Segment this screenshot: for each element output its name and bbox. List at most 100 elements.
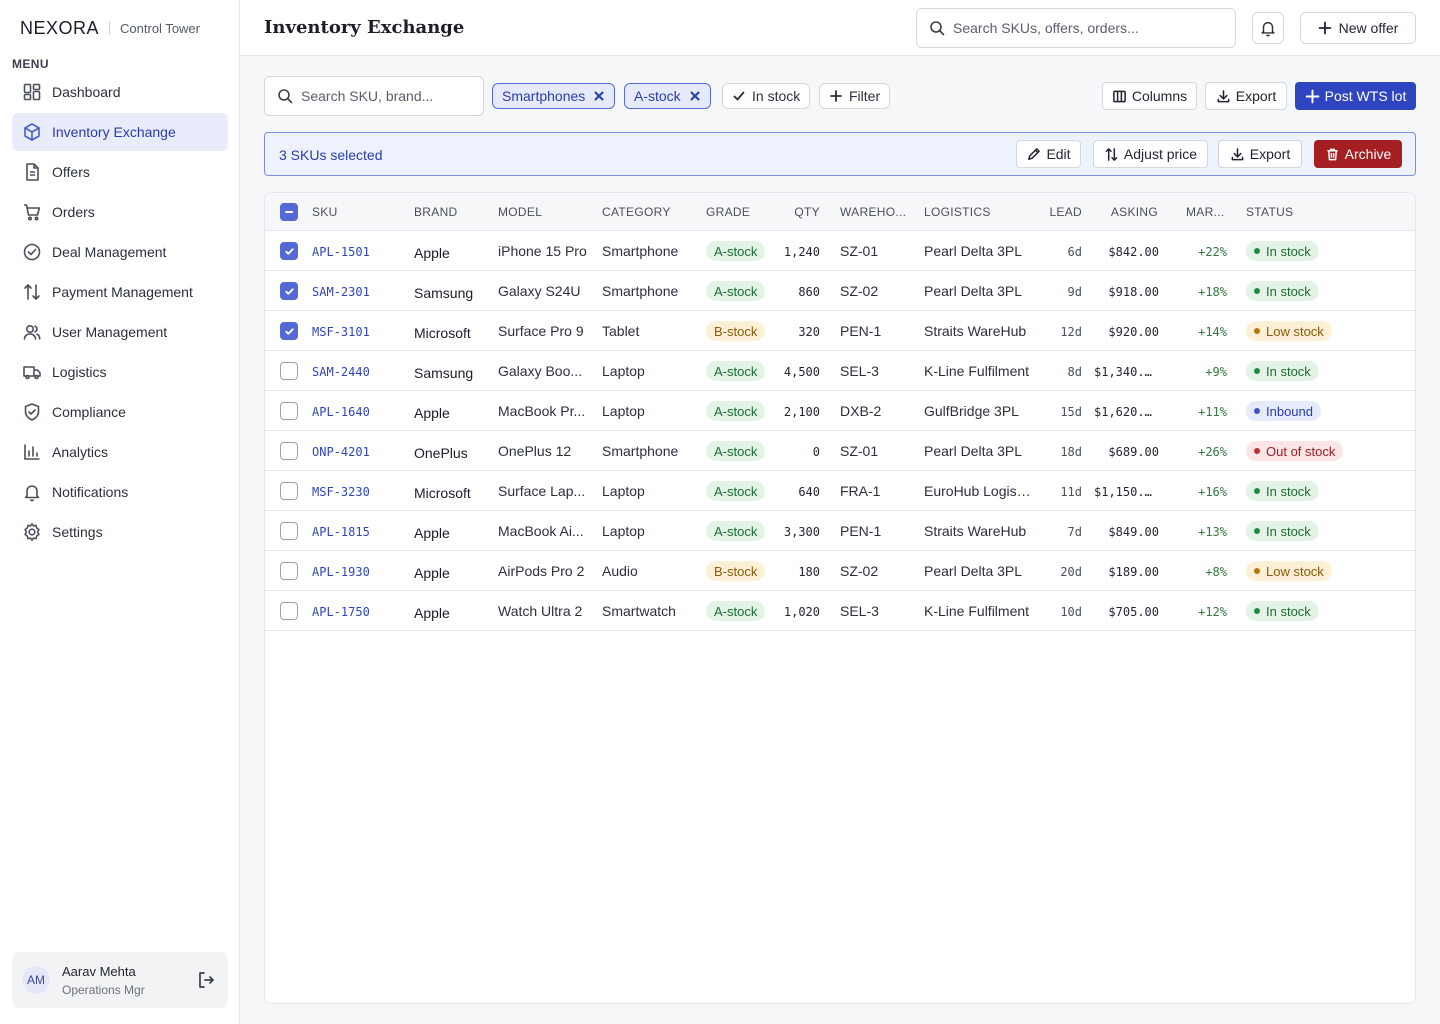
inventory-search-input[interactable] bbox=[301, 88, 483, 104]
sku-link[interactable]: APL-1930 bbox=[312, 565, 402, 579]
sidebar-item-deal-management[interactable]: Deal Management bbox=[12, 233, 228, 271]
columns-label: Columns bbox=[1131, 88, 1188, 104]
sidebar-item-dashboard[interactable]: Dashboard bbox=[12, 73, 228, 111]
sku-link[interactable]: ONP-4201 bbox=[312, 445, 402, 459]
sku-link[interactable]: MSF-3230 bbox=[312, 485, 402, 499]
select-all-checkbox[interactable] bbox=[280, 203, 298, 221]
sidebar-item-label: Analytics bbox=[52, 444, 109, 460]
column-header-grade[interactable]: GRADE bbox=[706, 205, 750, 219]
close-icon[interactable] bbox=[689, 90, 701, 102]
global-search-input[interactable] bbox=[953, 20, 1235, 36]
column-header-lead[interactable]: LEAD bbox=[1040, 205, 1082, 219]
sku-link[interactable]: APL-1815 bbox=[312, 525, 402, 539]
shield-icon bbox=[24, 403, 40, 421]
row-checkbox[interactable] bbox=[280, 362, 298, 380]
column-header-warehouse[interactable]: WAREHO... bbox=[840, 205, 906, 219]
sidebar-item-payment-management[interactable]: Payment Management bbox=[12, 273, 228, 311]
row-checkbox[interactable] bbox=[280, 602, 298, 620]
in-stock-toggle[interactable]: In stock bbox=[722, 83, 811, 109]
sidebar-item-offers[interactable]: Offers bbox=[12, 153, 228, 191]
brand-logo[interactable]: NEXORA bbox=[20, 18, 99, 39]
row-checkbox[interactable] bbox=[280, 322, 298, 340]
table-row[interactable]: MSF-3230 Microsoft Surface Lap... Laptop A-s… bbox=[265, 471, 1415, 511]
row-checkbox[interactable] bbox=[280, 522, 298, 540]
bar-chart-icon bbox=[24, 444, 40, 460]
bulk-export-button[interactable]: Export bbox=[1218, 140, 1302, 168]
column-header-margin[interactable]: MAR... bbox=[1186, 205, 1224, 219]
table-row[interactable]: APL-1640 Apple MacBook Pr... Laptop A-stock 2… bbox=[265, 391, 1415, 431]
warehouse-cell: FRA-1 bbox=[840, 483, 881, 499]
column-header-asking[interactable]: ASKING bbox=[1098, 205, 1158, 219]
gear-icon bbox=[24, 523, 40, 541]
category-cell: Laptop bbox=[602, 523, 645, 539]
sidebar-item-inventory-exchange[interactable]: Inventory Exchange bbox=[12, 113, 228, 151]
column-header-logistics[interactable]: LOGISTICS bbox=[924, 205, 991, 219]
edit-label: Edit bbox=[1046, 146, 1071, 162]
table-row[interactable]: ONP-4201 OnePlus OnePlus 12 Smartphone A-sto… bbox=[265, 431, 1415, 471]
sidebar-item-orders[interactable]: Orders bbox=[12, 193, 228, 231]
row-checkbox[interactable] bbox=[280, 282, 298, 300]
close-icon[interactable] bbox=[593, 90, 605, 102]
sidebar-item-settings[interactable]: Settings bbox=[12, 513, 228, 551]
sidebar-item-user-management[interactable]: User Management bbox=[12, 313, 228, 351]
new-offer-button[interactable]: New offer bbox=[1300, 12, 1416, 44]
table-row[interactable]: SAM-2301 Samsung Galaxy S24U Smartphone A-st… bbox=[265, 271, 1415, 311]
download-icon bbox=[1231, 147, 1244, 160]
table-row[interactable]: APL-1930 Apple AirPods Pro 2 Audio B-stock 18… bbox=[265, 551, 1415, 591]
check-icon bbox=[733, 91, 745, 101]
table-row[interactable]: SAM-2440 Samsung Galaxy Boo... Laptop A-stoc… bbox=[265, 351, 1415, 391]
table-row[interactable]: MSF-3101 Microsoft Surface Pro 9 Tablet B-st… bbox=[265, 311, 1415, 351]
filter-button[interactable]: Filter bbox=[819, 83, 891, 109]
inventory-search[interactable] bbox=[264, 76, 484, 116]
column-header-category[interactable]: CATEGORY bbox=[602, 205, 671, 219]
sidebar-item-analytics[interactable]: Analytics bbox=[12, 433, 228, 471]
row-checkbox[interactable] bbox=[280, 442, 298, 460]
model-cell: Galaxy S24U bbox=[498, 283, 581, 299]
column-header-qty[interactable]: QTY bbox=[775, 205, 820, 219]
adjust-price-button[interactable]: Adjust price bbox=[1093, 140, 1208, 168]
table-row[interactable]: APL-1501 Apple iPhone 15 Pro Smartphone A-st… bbox=[265, 231, 1415, 271]
sku-link[interactable]: SAM-2301 bbox=[312, 285, 402, 299]
margin-cell: +13% bbox=[1198, 525, 1227, 539]
table-row[interactable]: APL-1750 Apple Watch Ultra 2 Smartwatch A-st… bbox=[265, 591, 1415, 631]
logistics-cell: EuroHub Logist... bbox=[924, 483, 1032, 499]
archive-button[interactable]: Archive bbox=[1314, 140, 1402, 168]
sidebar-item-notifications[interactable]: Notifications bbox=[12, 473, 228, 511]
global-search[interactable] bbox=[916, 8, 1236, 48]
row-checkbox[interactable] bbox=[280, 562, 298, 580]
status-label: Low stock bbox=[1266, 563, 1324, 579]
sidebar-item-label: User Management bbox=[52, 324, 168, 340]
sidebar-item-label: Payment Management bbox=[52, 284, 193, 300]
row-checkbox[interactable] bbox=[280, 242, 298, 260]
table-row[interactable]: APL-1815 Apple MacBook Ai... Laptop A-stock 3… bbox=[265, 511, 1415, 551]
model-cell: MacBook Pr... bbox=[498, 403, 586, 419]
sku-link[interactable]: APL-1750 bbox=[312, 605, 402, 619]
column-header-sku[interactable]: SKU bbox=[312, 205, 338, 219]
row-checkbox[interactable] bbox=[280, 402, 298, 420]
sidebar-item-compliance[interactable]: Compliance bbox=[12, 393, 228, 431]
filter-chip-a-stock[interactable]: A-stock bbox=[624, 83, 711, 109]
margin-cell: +14% bbox=[1198, 325, 1227, 339]
bell-icon bbox=[24, 485, 40, 502]
row-checkbox[interactable] bbox=[280, 482, 298, 500]
sku-link[interactable]: MSF-3101 bbox=[312, 325, 402, 339]
post-wts-lot-button[interactable]: Post WTS lot bbox=[1295, 82, 1416, 110]
columns-button[interactable]: Columns bbox=[1102, 82, 1197, 110]
user-card[interactable]: AM Aarav Mehta Operations Mgr bbox=[12, 952, 228, 1008]
column-header-status[interactable]: STATUS bbox=[1246, 205, 1293, 219]
sku-link[interactable]: SAM-2440 bbox=[312, 365, 402, 379]
edit-button[interactable]: Edit bbox=[1016, 140, 1081, 168]
sku-link[interactable]: APL-1501 bbox=[312, 245, 402, 259]
sidebar-item-label: Orders bbox=[52, 204, 95, 220]
notifications-button[interactable] bbox=[1252, 12, 1284, 44]
filter-chip-smartphones[interactable]: Smartphones bbox=[492, 83, 616, 109]
page-title: Inventory Exchange bbox=[264, 17, 465, 38]
export-button[interactable]: Export bbox=[1205, 82, 1287, 110]
filter-label: Filter bbox=[849, 88, 881, 104]
sidebar-item-logistics[interactable]: Logistics bbox=[12, 353, 228, 391]
column-header-brand[interactable]: BRAND bbox=[414, 205, 458, 219]
logout-icon[interactable] bbox=[196, 970, 216, 990]
column-header-model[interactable]: MODEL bbox=[498, 205, 542, 219]
sku-link[interactable]: APL-1640 bbox=[312, 405, 402, 419]
qty-cell: 320 bbox=[798, 325, 820, 339]
